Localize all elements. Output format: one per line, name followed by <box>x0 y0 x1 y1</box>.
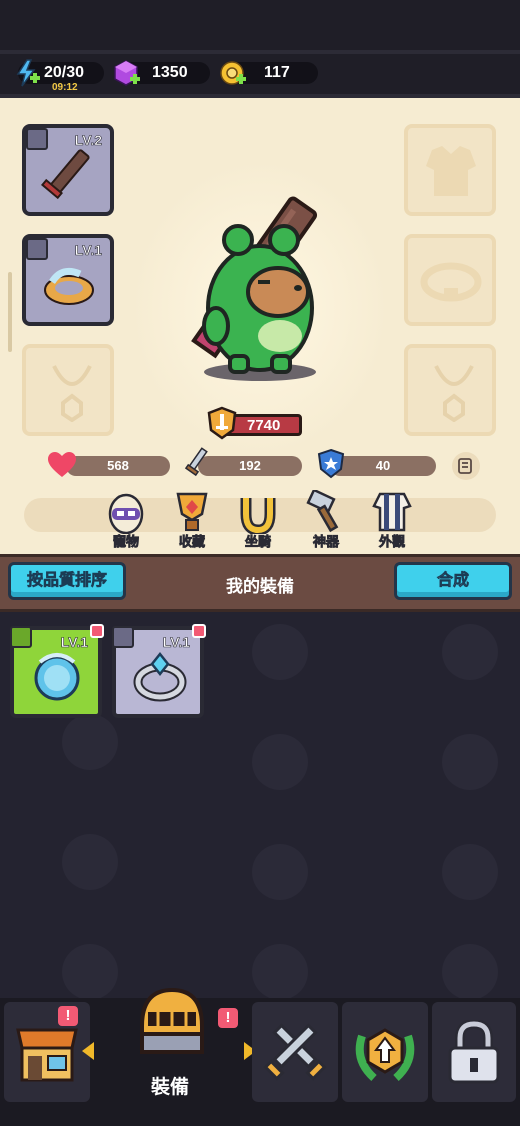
new-item-dot <box>192 624 206 638</box>
sort-by-quality-button[interactable]: 按品質排序 <box>8 562 126 600</box>
belt-placeholder-icon <box>420 262 482 302</box>
amulet-placeholder-icon <box>434 365 474 422</box>
purple-gem-icon <box>114 60 140 86</box>
energy-value: 20/30 <box>44 64 85 81</box>
necklace-slot[interactable] <box>22 344 114 436</box>
ring-icon <box>44 267 94 305</box>
new-item-dot <box>90 624 104 638</box>
gold-key-coin-icon <box>220 61 246 85</box>
tab-appearance-label: 外觀 <box>378 534 406 550</box>
ring-slot[interactable]: LV.1 <box>22 234 114 326</box>
knight-helmet-icon <box>140 987 204 1054</box>
blue-orb-necklace-icon <box>34 653 80 701</box>
amulet-slot[interactable] <box>404 344 496 436</box>
trophy-icon <box>176 492 208 531</box>
list-icon <box>458 458 472 474</box>
lock-icon <box>448 1020 500 1084</box>
ring-type-tag <box>112 626 134 648</box>
power-shield-icon <box>207 406 237 440</box>
stats-detail-button[interactable] <box>452 452 480 480</box>
ring-level: LV.1 <box>74 242 102 259</box>
inventory-item[interactable]: LV.1 <box>112 624 206 718</box>
hp-stat: 568 <box>66 456 170 476</box>
tab-mounts-label: 坐騎 <box>244 534 272 550</box>
attack-stat: 192 <box>198 456 302 476</box>
shop-icon <box>16 1028 78 1082</box>
side-scroll-indicator <box>8 272 12 352</box>
laurel-upgrade-icon <box>355 1028 415 1081</box>
hammer-icon <box>306 490 339 533</box>
energy-timer: 09:12 <box>52 82 78 93</box>
top-divider <box>0 50 520 54</box>
defense-value: 40 <box>375 458 391 473</box>
tab-collection-label: 收藏 <box>178 534 206 550</box>
tab-mounts[interactable]: 坐騎 <box>228 490 288 550</box>
top-bar: 20/30 09:12 1350 117 <box>0 0 520 94</box>
nav-left-arrow[interactable] <box>82 1042 94 1060</box>
tab-artifacts[interactable]: 神器 <box>296 490 356 550</box>
tab-collection[interactable]: 收藏 <box>162 490 222 550</box>
gem-value: 1350 <box>152 64 188 81</box>
pet-egg-icon <box>108 493 144 534</box>
armor-slot[interactable] <box>404 124 496 216</box>
hp-value: 568 <box>107 458 129 473</box>
nav-locked[interactable] <box>432 1002 516 1102</box>
shop-alert-badge: ! <box>58 1006 78 1026</box>
horseshoe-icon <box>240 498 276 534</box>
nav-upgrade[interactable] <box>342 1002 428 1102</box>
merge-button[interactable]: 合成 <box>394 562 512 600</box>
nav-battle[interactable] <box>252 1002 338 1102</box>
shield-icon <box>317 448 345 479</box>
crystal-ring-icon <box>133 651 187 702</box>
frog-capybara-character <box>191 196 318 381</box>
armor-placeholder-icon <box>426 146 476 196</box>
item-level: LV.1 <box>60 634 88 651</box>
heart-icon <box>48 452 76 477</box>
attack-value: 192 <box>239 458 261 473</box>
tab-pets[interactable]: 寵物 <box>96 490 156 550</box>
outfit-icon <box>372 492 412 532</box>
coin-value: 117 <box>264 64 290 81</box>
sword-icon <box>184 447 208 477</box>
my-equipment-title: 我的裝備 <box>226 577 294 596</box>
inventory-item[interactable]: LV.1 <box>10 624 104 718</box>
equipment-alert-badge: ! <box>218 1008 238 1028</box>
tab-artifacts-label: 神器 <box>312 534 340 550</box>
tab-pets-label: 寵物 <box>112 534 140 550</box>
tab-appearance[interactable]: 外觀 <box>362 490 422 550</box>
necklace-type-tag <box>10 626 32 648</box>
belt-slot[interactable] <box>404 234 496 326</box>
crossed-swords-icon <box>263 1023 327 1081</box>
ring-type-tag <box>26 238 48 260</box>
sword-icon <box>41 149 90 200</box>
nav-equipment-label: 裝備 <box>150 1077 189 1098</box>
necklace-placeholder-icon <box>52 365 92 422</box>
lightning-icon <box>16 59 40 87</box>
power-value: 7740 <box>247 417 281 434</box>
weapon-slot[interactable]: LV.2 <box>22 124 114 216</box>
